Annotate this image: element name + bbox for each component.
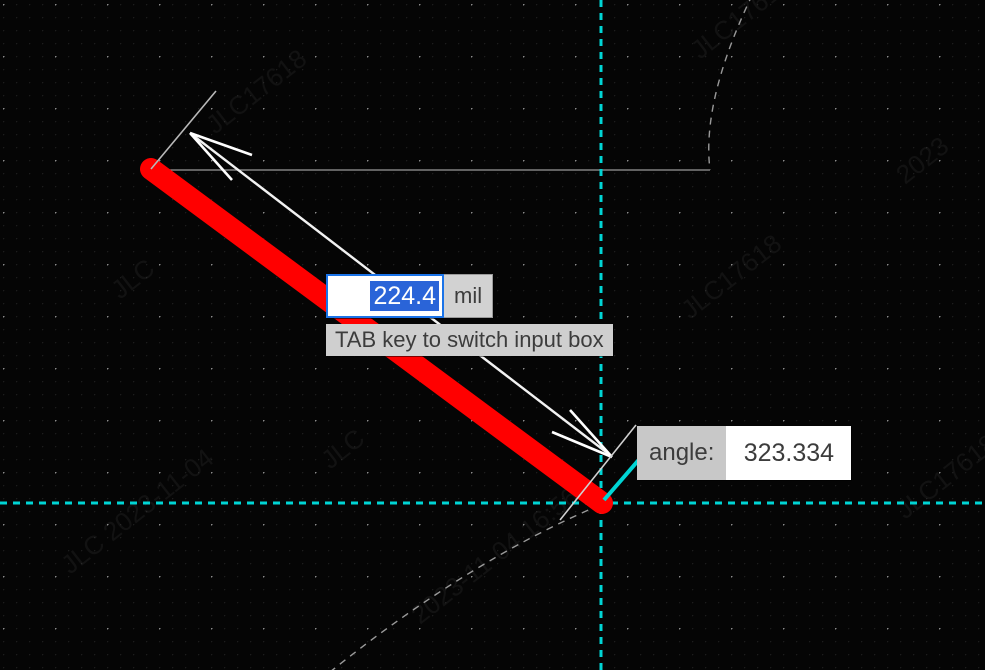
watermark-text: 2023 [890,130,954,189]
extension-line-lower [559,424,637,521]
watermark-text: JLC17618 [675,228,787,325]
angle-input-widget[interactable]: angle: 323.334 [637,426,852,480]
tab-switch-hint: TAB key to switch input box [326,324,613,356]
length-input-widget[interactable]: 224.4 mil [326,274,494,318]
arrowhead-lower-right [551,409,613,459]
angle-input[interactable]: 323.334 [726,426,852,480]
angle-input-value[interactable]: 323.334 [744,439,834,468]
construction-arc-lower [331,504,601,670]
watermark-text: JLC [315,423,370,475]
extension-line-upper [150,90,217,170]
watermark-group: JLC 2023-11-04 JLC17618 2023-11-04 16:56… [55,0,985,630]
watermark-text: JLC17618 [685,0,797,65]
watermark-text: JLC17618 [890,428,985,525]
watermark-text: JLC17618 [200,43,312,140]
arrowhead-upper-left [189,131,253,181]
length-input[interactable]: 224.4 [326,274,444,318]
watermark-text: 2023-11-04 16:56 [405,481,584,630]
construction-arc-upper [708,0,751,171]
watermark-text: JLC [105,253,160,305]
watermark-text: JLC 2023-11-04 [55,442,219,579]
angle-label: angle: [637,426,727,480]
length-input-value[interactable]: 224.4 [370,281,439,311]
length-unit-label: mil [444,274,494,318]
cad-canvas[interactable]: JLC 2023-11-04 JLC17618 2023-11-04 16:56… [0,0,985,670]
